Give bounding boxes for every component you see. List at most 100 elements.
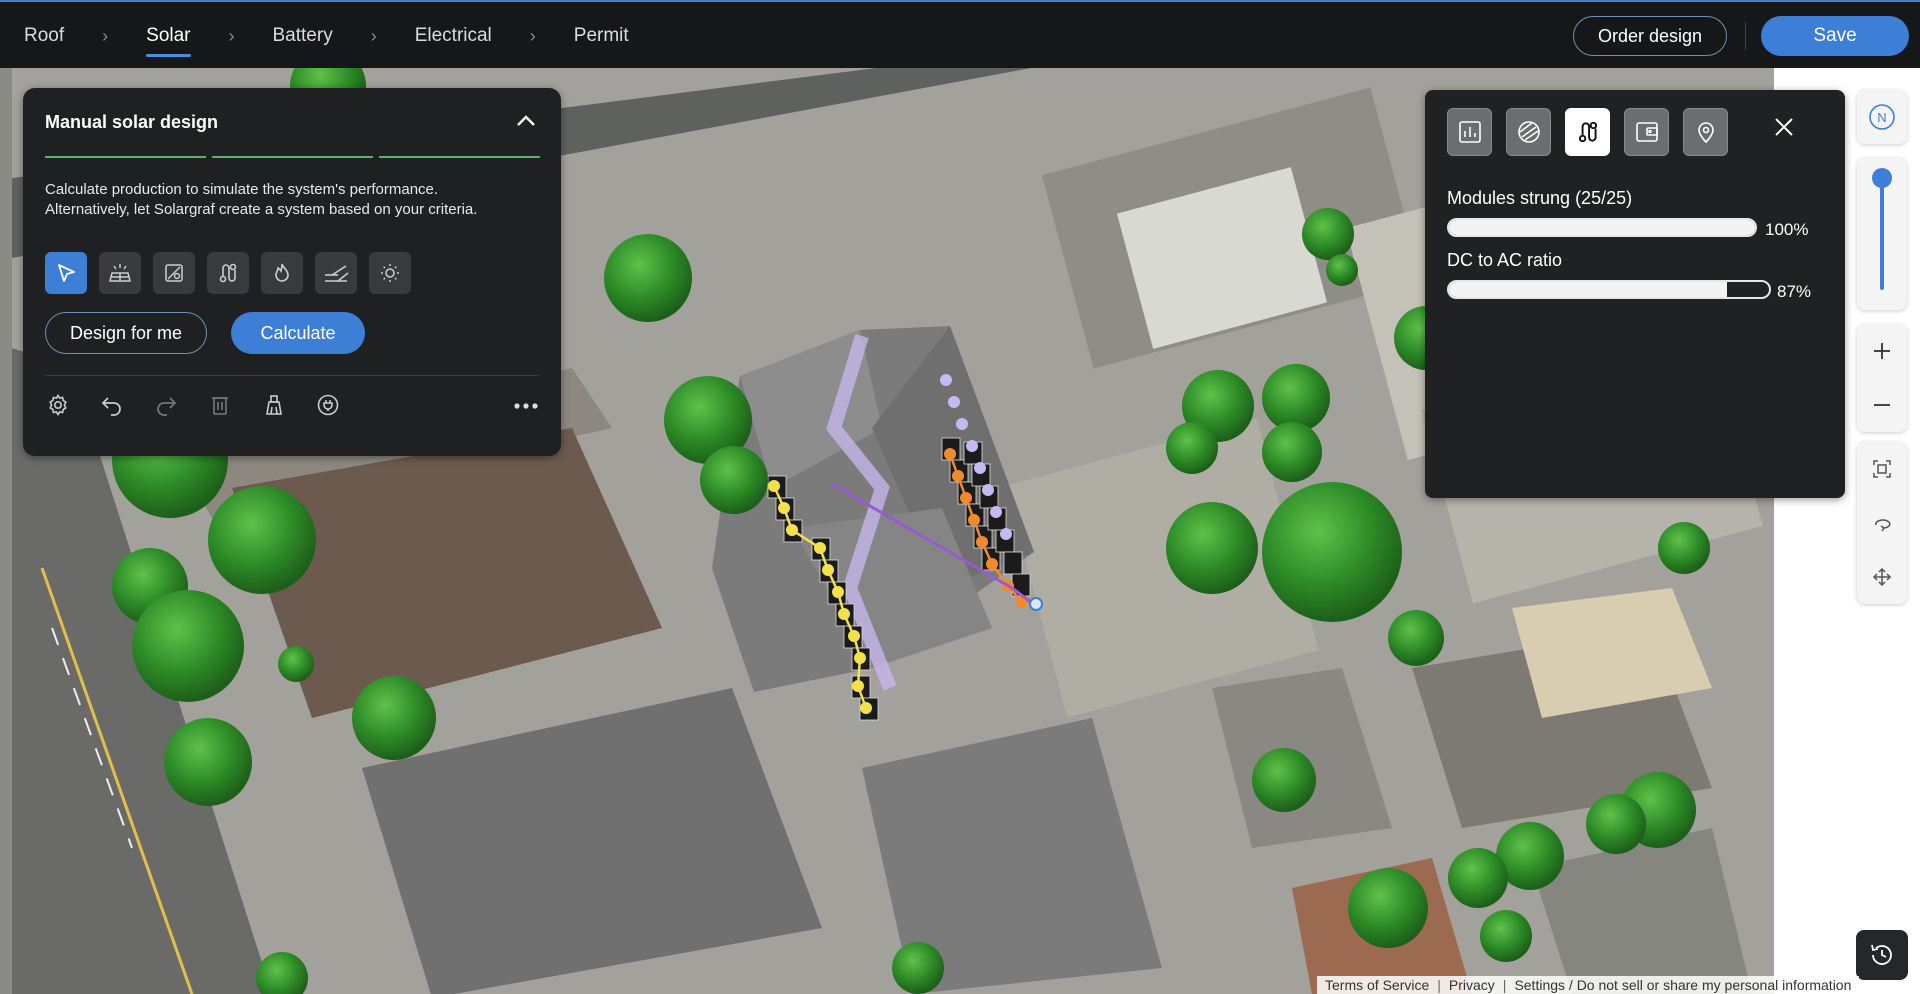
undo-icon xyxy=(101,397,121,416)
trash-icon xyxy=(212,397,228,415)
zoom-out-button[interactable] xyxy=(1857,378,1907,432)
description-line: Calculate production to simulate the sys… xyxy=(45,181,439,198)
info-tabs xyxy=(1447,108,1728,156)
delete-button[interactable] xyxy=(207,392,233,418)
redo-button[interactable] xyxy=(153,392,179,418)
progress-segment xyxy=(212,156,373,158)
obstruction-tool-button[interactable] xyxy=(153,252,195,294)
zoom-buttons xyxy=(1857,324,1907,432)
step-electrical[interactable]: Electrical xyxy=(415,25,492,47)
step-roof[interactable]: Roof xyxy=(24,25,64,47)
chevron-right-icon: › xyxy=(102,25,109,46)
tab-stringing[interactable] xyxy=(1565,108,1610,156)
progress-segment xyxy=(45,156,206,158)
design-for-me-button[interactable]: Design for me xyxy=(45,312,207,354)
modules-strung-fill xyxy=(1449,220,1755,235)
stringing-icon xyxy=(219,263,237,283)
tab-production[interactable] xyxy=(1447,108,1492,156)
module-icon xyxy=(109,264,131,282)
irradiance-icon xyxy=(381,264,399,282)
bar-chart-icon xyxy=(1458,121,1481,143)
chevron-right-icon: › xyxy=(370,25,377,46)
modules-strung-value: 100% xyxy=(1765,220,1809,239)
calculate-button[interactable]: Calculate xyxy=(231,312,365,354)
settings-button[interactable] xyxy=(45,392,71,418)
redo-icon xyxy=(157,397,177,416)
ellipsis-icon xyxy=(514,403,538,409)
gear-icon xyxy=(49,393,67,417)
map-footer: Terms of Service | Privacy | Settings / … xyxy=(1317,976,1860,994)
location-pin-icon xyxy=(1697,122,1714,144)
fit-screen-icon xyxy=(1873,460,1891,478)
edit-toolbar xyxy=(45,392,341,418)
compass-north-label: N xyxy=(1877,110,1886,125)
rotate-view-button[interactable] xyxy=(1857,496,1907,550)
obstruction-icon xyxy=(165,264,183,282)
fire-setback-tool-button[interactable] xyxy=(261,252,303,294)
row-tool-button[interactable] xyxy=(315,252,357,294)
modules-strung-progress xyxy=(1447,218,1757,237)
modules-strung-label: Modules strung (25/25) xyxy=(1447,188,1633,208)
system-info-panel: Modules strung (25/25) 100% DC to AC rat… xyxy=(1425,90,1845,498)
plus-icon xyxy=(1874,343,1890,359)
zoom-slider[interactable] xyxy=(1857,158,1907,310)
move-icon xyxy=(1872,567,1892,587)
top-nav-bar: Roof › Solar › Battery › Electrical › Pe… xyxy=(0,0,1920,68)
history-icon xyxy=(1871,944,1892,965)
minus-icon xyxy=(1874,404,1890,406)
footer-separator: | xyxy=(1437,977,1441,993)
more-options-button[interactable] xyxy=(511,396,541,416)
module-tool-button[interactable] xyxy=(99,252,141,294)
row-icon xyxy=(325,265,349,282)
zoom-slider-track[interactable] xyxy=(1880,180,1884,290)
dc-ac-ratio-fill xyxy=(1449,282,1728,297)
close-panel-button[interactable] xyxy=(1771,114,1797,140)
toolbar-divider xyxy=(1745,22,1746,50)
panel-description: Calculate production to simulate the sys… xyxy=(45,180,545,220)
step-battery[interactable]: Battery xyxy=(273,25,333,47)
clear-button[interactable] xyxy=(261,392,287,418)
save-button[interactable]: Save xyxy=(1761,16,1909,56)
broom-icon xyxy=(266,395,282,415)
rotate-icon xyxy=(1875,519,1891,532)
fit-view-button[interactable] xyxy=(1857,442,1907,496)
history-button[interactable] xyxy=(1856,930,1908,980)
tab-financials[interactable] xyxy=(1624,108,1669,156)
tab-shading[interactable] xyxy=(1506,108,1551,156)
stringing-tool-button[interactable] xyxy=(207,252,249,294)
settings-link[interactable]: Settings / Do not sell or share my perso… xyxy=(1514,977,1851,993)
privacy-link[interactable]: Privacy xyxy=(1449,977,1495,993)
compass-icon: N xyxy=(1869,104,1895,130)
manual-solar-design-panel: Manual solar design Calculate production… xyxy=(23,88,561,456)
terms-link[interactable]: Terms of Service xyxy=(1325,977,1429,993)
plug-icon xyxy=(317,394,339,416)
stringing-icon xyxy=(1578,121,1597,143)
pan-button[interactable] xyxy=(1857,550,1907,604)
select-icon xyxy=(58,264,75,282)
chevron-up-icon[interactable] xyxy=(513,108,539,134)
undo-button[interactable] xyxy=(99,392,125,418)
footer-separator: | xyxy=(1502,977,1507,993)
plug-button[interactable] xyxy=(315,392,341,418)
tab-location[interactable] xyxy=(1683,108,1728,156)
panel-divider xyxy=(45,375,539,376)
zoom-slider-knob[interactable] xyxy=(1872,168,1892,188)
dc-ac-ratio-progress xyxy=(1447,280,1771,299)
design-progress-indicator xyxy=(45,156,540,158)
compass-control[interactable]: N xyxy=(1857,90,1907,144)
panel-title: Manual solar design xyxy=(45,112,219,132)
fire-setback-icon xyxy=(275,263,289,282)
zoom-in-button[interactable] xyxy=(1857,324,1907,378)
dc-ac-ratio-label: DC to AC ratio xyxy=(1447,250,1563,270)
description-line: Alternatively, let Solargraf create a sy… xyxy=(45,201,478,218)
order-design-button[interactable]: Order design xyxy=(1573,16,1727,56)
step-solar[interactable]: Solar xyxy=(146,25,191,57)
wallet-icon xyxy=(1635,122,1658,142)
chevron-right-icon: › xyxy=(529,25,536,46)
step-permit[interactable]: Permit xyxy=(574,25,629,47)
dc-ac-ratio-value: 87% xyxy=(1777,282,1812,301)
compass-button[interactable]: N xyxy=(1857,90,1907,144)
irradiance-tool-button[interactable] xyxy=(369,252,411,294)
select-tool-button[interactable] xyxy=(45,252,87,294)
workflow-steps: Roof › Solar › Battery › Electrical › Pe… xyxy=(24,2,629,70)
